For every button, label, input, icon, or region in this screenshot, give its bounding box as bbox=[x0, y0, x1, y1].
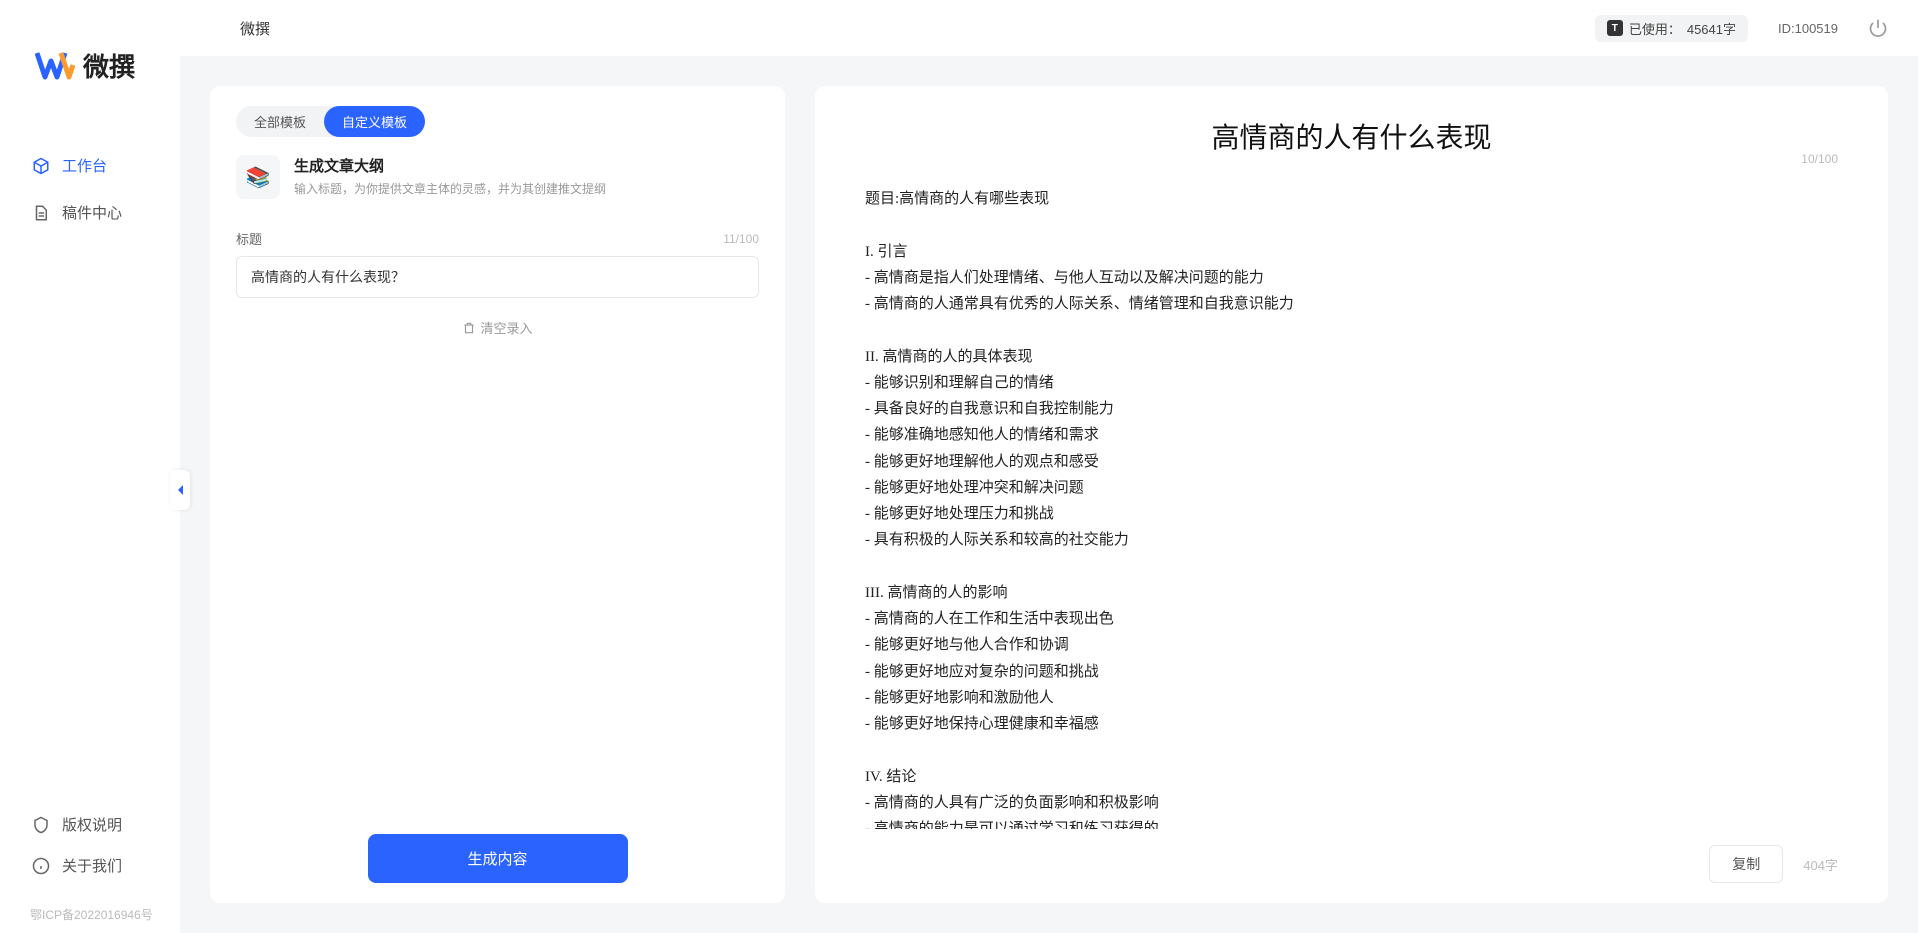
output-body[interactable]: 题目:高情商的人有哪些表现 I. 引言 - 高情商是指人们处理情绪、与他人互动以… bbox=[865, 186, 1838, 829]
sidebar-item-workbench[interactable]: 工作台 bbox=[20, 145, 160, 186]
word-count: 404字 bbox=[1803, 855, 1838, 874]
logo-icon bbox=[35, 45, 75, 85]
sidebar-item-label: 稿件中心 bbox=[62, 202, 122, 223]
output-title: 高情商的人有什么表现 bbox=[865, 116, 1838, 156]
text-icon: T bbox=[1607, 20, 1623, 36]
shield-icon bbox=[32, 816, 50, 834]
cube-icon bbox=[32, 157, 50, 175]
usage-count: 45641字 bbox=[1687, 19, 1736, 38]
usage-badge[interactable]: T 已使用： 45641字 bbox=[1595, 15, 1748, 42]
field-label: 标题 bbox=[236, 229, 262, 248]
sidebar: 微撰 工作台 稿件中心 bbox=[0, 0, 180, 933]
clear-button[interactable]: 清空录入 bbox=[236, 318, 759, 337]
template-text: 生成文章大纲 输入标题，为你提供文章主体的灵感，并为其创建推文提纲 bbox=[294, 155, 606, 199]
icp-text: 鄂ICP备2022016946号 bbox=[0, 906, 180, 933]
nav: 工作台 稿件中心 bbox=[0, 115, 180, 794]
template-tabs: 全部模板 自定义模板 bbox=[236, 106, 425, 137]
output-panel: 高情商的人有什么表现 10/100 题目:高情商的人有哪些表现 I. 引言 - … bbox=[815, 86, 1888, 903]
copy-button[interactable]: 复制 bbox=[1709, 845, 1783, 883]
sidebar-item-label: 关于我们 bbox=[62, 855, 122, 876]
sidebar-item-label: 版权说明 bbox=[62, 814, 122, 835]
tab-all-templates[interactable]: 全部模板 bbox=[236, 106, 324, 137]
info-icon bbox=[32, 857, 50, 875]
logo-text: 微撰 bbox=[83, 47, 135, 84]
header: 微撰 T 已使用： 45641字 ID:100519 bbox=[180, 0, 1918, 56]
sidebar-item-label: 工作台 bbox=[62, 155, 107, 176]
header-right: T 已使用： 45641字 ID:100519 bbox=[1595, 15, 1888, 42]
sidebar-item-drafts[interactable]: 稿件中心 bbox=[20, 192, 160, 233]
field-header: 标题 11/100 bbox=[236, 229, 759, 248]
sidebar-item-copyright[interactable]: 版权说明 bbox=[20, 804, 160, 845]
power-button[interactable] bbox=[1868, 18, 1888, 38]
generate-button[interactable]: 生成内容 bbox=[368, 834, 628, 883]
power-icon bbox=[1868, 18, 1888, 38]
output-footer: 复制 404字 bbox=[865, 829, 1838, 883]
page-title: 微撰 bbox=[210, 18, 270, 39]
books-icon: 📚 bbox=[236, 155, 280, 199]
output-title-wrap: 高情商的人有什么表现 10/100 bbox=[865, 116, 1838, 156]
sidebar-item-about[interactable]: 关于我们 bbox=[20, 845, 160, 886]
user-id: ID:100519 bbox=[1778, 21, 1838, 36]
template-title: 生成文章大纲 bbox=[294, 155, 606, 176]
document-icon bbox=[32, 204, 50, 222]
usage-prefix: 已使用： bbox=[1629, 19, 1681, 38]
tab-custom-template[interactable]: 自定义模板 bbox=[324, 106, 425, 137]
clear-label: 清空录入 bbox=[480, 318, 532, 337]
input-panel: 全部模板 自定义模板 📚 生成文章大纲 输入标题，为你提供文章主体的灵感，并为其… bbox=[210, 86, 785, 903]
trash-icon bbox=[462, 321, 476, 335]
title-input[interactable] bbox=[236, 256, 759, 298]
logo: 微撰 bbox=[0, 0, 180, 115]
sidebar-footer: 版权说明 关于我们 bbox=[0, 794, 180, 906]
template-info: 📚 生成文章大纲 输入标题，为你提供文章主体的灵感，并为其创建推文提纲 bbox=[236, 155, 759, 199]
main: 全部模板 自定义模板 📚 生成文章大纲 输入标题，为你提供文章主体的灵感，并为其… bbox=[180, 56, 1918, 933]
field-count: 11/100 bbox=[723, 232, 759, 246]
output-title-count: 10/100 bbox=[1801, 152, 1838, 166]
template-desc: 输入标题，为你提供文章主体的灵感，并为其创建推文提纲 bbox=[294, 180, 606, 197]
